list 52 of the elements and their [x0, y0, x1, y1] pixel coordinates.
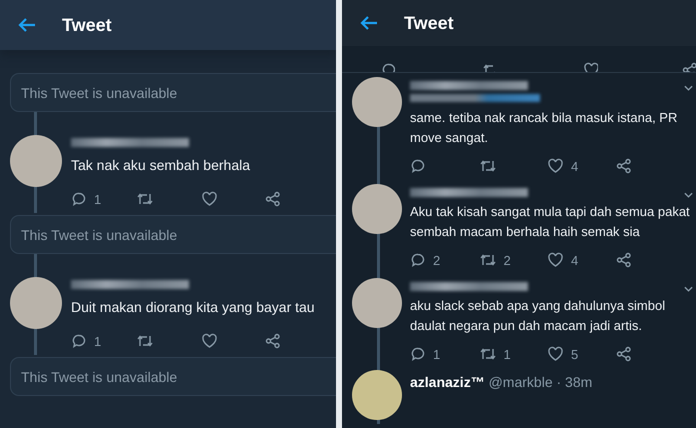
avatar[interactable] [352, 77, 402, 127]
page-title: Tweet [62, 14, 112, 36]
share-icon[interactable] [265, 191, 282, 207]
unavailable-tweet-card: This Tweet is unavailable [10, 215, 336, 254]
retweet-icon[interactable] [136, 333, 154, 349]
chevron-down-icon[interactable] [684, 286, 693, 293]
like-count: 5 [571, 346, 578, 362]
avatar[interactable] [352, 278, 402, 328]
share-icon[interactable] [265, 333, 282, 349]
share-icon[interactable] [616, 158, 632, 174]
retweet-icon[interactable] [478, 158, 496, 174]
unavailable-tweet-card: This Tweet is unavailable [10, 357, 336, 396]
avatar[interactable] [352, 184, 402, 234]
tweet-text: aku slack sebab apa yang dahulunya simbol daulat negara pun dah macam jadi artis. [410, 297, 666, 335]
reply-icon[interactable] [71, 333, 87, 349]
heart-icon[interactable] [547, 158, 564, 174]
page-title: Tweet [404, 12, 454, 34]
retweet-icon[interactable] [478, 346, 496, 362]
share-icon[interactable] [616, 252, 632, 268]
heart-icon[interactable] [547, 252, 564, 268]
chevron-down-icon[interactable] [684, 192, 693, 199]
tweet-text: Duit makan diorang kita yang bayar tau [71, 298, 316, 317]
reply-count: 1 [94, 192, 102, 206]
reply-icon[interactable] [71, 191, 87, 207]
user-handle: @markble · 38m [488, 374, 592, 390]
reply-count: 1 [433, 346, 440, 362]
retweet-count: 1 [504, 346, 511, 362]
unavailable-tweet-card: This Tweet is unavailable [10, 73, 336, 112]
avatar[interactable] [10, 277, 62, 329]
avatar[interactable] [10, 135, 62, 187]
tweet-text: same. tetiba nak rancak bila masuk istana, PR move sangat. [410, 109, 678, 147]
heart-icon[interactable] [200, 333, 218, 349]
reply-icon[interactable] [410, 158, 426, 174]
user-name: azlanaziz™ [410, 374, 485, 390]
tweet-text: Aku tak kisah sangat mula tapi dah semua pakat sembah macam berhala haih semak sia [410, 203, 691, 241]
reply-count: 2 [433, 252, 440, 268]
avatar[interactable] [352, 370, 402, 420]
reply-icon[interactable] [410, 346, 426, 362]
back-arrow-icon[interactable] [360, 15, 378, 31]
tweet-text: Tak nak aku sembah berhala [71, 156, 251, 175]
chevron-down-icon[interactable] [684, 85, 693, 92]
reply-count: 1 [94, 334, 102, 348]
like-count: 4 [571, 158, 578, 174]
back-arrow-icon[interactable] [18, 17, 36, 33]
share-icon[interactable] [616, 346, 632, 362]
like-count: 4 [571, 252, 578, 268]
retweet-icon[interactable] [136, 191, 154, 207]
retweet-icon[interactable] [478, 252, 496, 268]
retweet-count: 2 [504, 252, 511, 268]
heart-icon[interactable] [547, 346, 564, 362]
reply-icon[interactable] [410, 252, 426, 268]
heart-icon[interactable] [200, 191, 218, 207]
